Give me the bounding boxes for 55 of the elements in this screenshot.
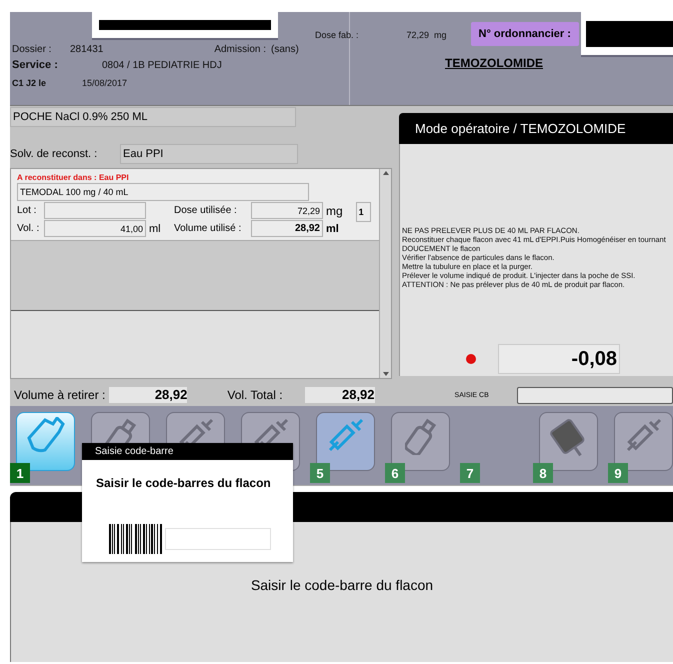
- bag-field: POCHE NaCl 0.9% 250 ML: [10, 107, 296, 127]
- total-label: Vol. Total :: [227, 388, 283, 402]
- scanner-icon: [26, 417, 64, 453]
- syringe-icon: [626, 417, 662, 453]
- step-number: 7: [460, 463, 480, 483]
- retirer-label: Volume à retirer :: [14, 388, 106, 402]
- step-number: 6: [385, 463, 405, 483]
- dialog-title: Saisie code-barre: [82, 443, 293, 460]
- ordonnancier-label: N° ordonnancier :: [470, 22, 579, 46]
- retirer-value: 28,92: [109, 387, 188, 403]
- panel-title: Mode opératoire / TEMOZOLOMIDE: [399, 113, 673, 144]
- instruction-text: Saisir le code-barre du flacon: [250, 577, 434, 595]
- dose-value: 72,29: [405, 30, 429, 40]
- vial-name-field: TEMODAL 100 mg / 40 mL: [17, 183, 309, 201]
- dose-used-label: Dose utilisée :: [174, 205, 238, 216]
- reading-value: -0,08: [498, 344, 620, 374]
- barcode-icon: [109, 524, 163, 554]
- barcode-field[interactable]: [165, 528, 271, 550]
- field-value: (sans): [271, 44, 299, 54]
- dialog-prompt: Saisir le code-barres du flacon: [95, 475, 272, 490]
- dose-label: Dose fab. :: [315, 30, 360, 40]
- dose-unit: mg: [434, 30, 447, 40]
- syringe-icon: [328, 417, 364, 453]
- solvent-label: Solv. de reconst. :: [10, 148, 98, 160]
- step-button[interactable]: [16, 412, 75, 471]
- unit-label: ml: [149, 222, 162, 234]
- count-field: 1: [356, 202, 371, 222]
- field-label: Service :: [12, 59, 59, 71]
- bottle-icon: [404, 417, 436, 455]
- status-dot: [466, 354, 476, 364]
- step-number: 1: [10, 463, 30, 483]
- lot-label: Lot :: [17, 205, 38, 216]
- volume-label: Vol. :: [17, 223, 40, 234]
- volume-used-label: Volume utilisé :: [174, 223, 242, 234]
- warning-text: A reconstituer dans : Eau PPI: [17, 173, 130, 182]
- drug-name: TEMOZOLOMIDE: [445, 56, 543, 70]
- volume-field: 41,00: [44, 220, 146, 237]
- field-label: C1 J2 le: [12, 78, 48, 88]
- barcode-input[interactable]: [516, 386, 673, 404]
- solvent-field: Eau PPI: [120, 144, 298, 164]
- total-value: 28,92: [304, 387, 375, 403]
- dose-used-field: 72,29: [251, 202, 323, 219]
- unit-label: mg: [326, 204, 343, 218]
- scrollbar[interactable]: [379, 169, 391, 378]
- volume-used-field: 28,92: [251, 220, 323, 237]
- step-number: 9: [608, 463, 628, 483]
- step-number: 5: [310, 463, 330, 483]
- scroll-up-icon[interactable]: [382, 169, 390, 177]
- field-label: Dossier :: [12, 44, 52, 54]
- field-value: 15/08/2017: [82, 78, 128, 88]
- field-value: 281431: [70, 44, 104, 54]
- field-label: Admission :: [213, 44, 266, 54]
- field-value: 0804 / 1B PEDIATRIE HDJ: [102, 60, 222, 70]
- unit-label: ml: [326, 222, 339, 234]
- step-number: 8: [533, 463, 553, 483]
